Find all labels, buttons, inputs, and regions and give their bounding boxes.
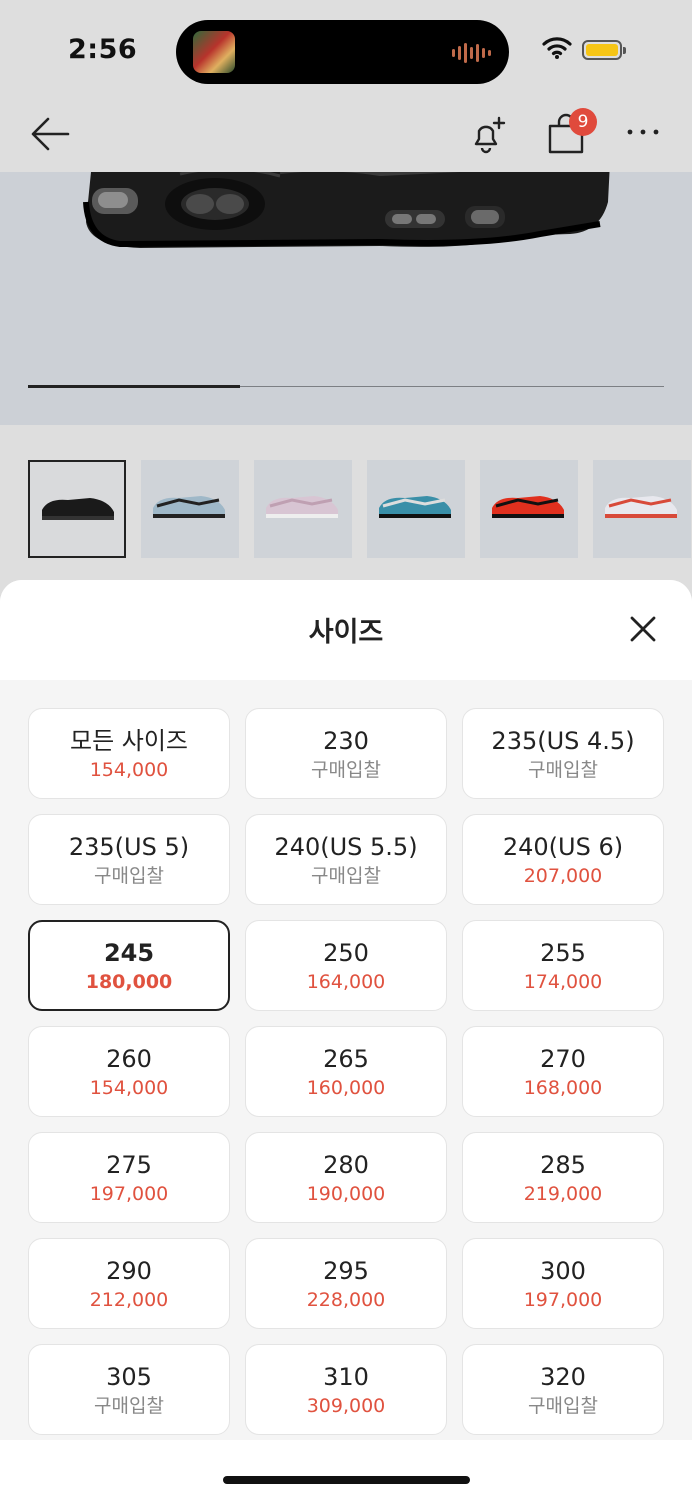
size-price: 154,000 xyxy=(89,759,169,781)
size-price: 164,000 xyxy=(306,971,386,993)
alarm-add-icon[interactable] xyxy=(466,112,510,156)
status-bar: 2:56 xyxy=(0,0,692,100)
size-grid: 모든 사이즈 154,000 230 구매입찰 235(US 4.5) 구매입찰 235(U… xyxy=(28,708,664,1435)
size-options-area: 모든 사이즈 154,000 230 구매입찰 235(US 4.5) 구매입찰 235(U… xyxy=(0,680,692,1440)
size-label: 300 xyxy=(540,1257,586,1285)
thumbnail-strip xyxy=(28,460,691,558)
size-label: 240(US 6) xyxy=(502,833,624,861)
size-option[interactable]: 265 160,000 xyxy=(245,1026,447,1117)
bid-label: 구매입찰 xyxy=(311,759,381,781)
size-label: 255 xyxy=(540,939,586,967)
back-arrow-icon[interactable] xyxy=(28,114,72,154)
bid-label: 구매입찰 xyxy=(311,865,381,887)
size-option[interactable]: 250 164,000 xyxy=(245,920,447,1011)
thumbnail-grey-blue[interactable] xyxy=(141,460,239,558)
size-price: 212,000 xyxy=(89,1289,169,1311)
size-label: 290 xyxy=(106,1257,152,1285)
size-price: 168,000 xyxy=(523,1077,603,1099)
size-price: 154,000 xyxy=(89,1077,169,1099)
more-icon[interactable] xyxy=(626,122,662,142)
bid-label: 구매입찰 xyxy=(528,1395,598,1417)
size-option[interactable]: 310 309,000 xyxy=(245,1344,447,1435)
size-option[interactable]: 260 154,000 xyxy=(28,1026,230,1117)
size-option[interactable]: 255 174,000 xyxy=(462,920,664,1011)
bid-label: 구매입찰 xyxy=(94,865,164,887)
audio-waveform-icon xyxy=(452,42,491,64)
size-label: 275 xyxy=(106,1151,152,1179)
size-label: 230 xyxy=(323,727,369,755)
size-option[interactable]: 245 180,000 xyxy=(28,920,230,1011)
size-price: 207,000 xyxy=(523,865,603,887)
size-option[interactable]: 240(US 6) 207,000 xyxy=(462,814,664,905)
size-label: 240(US 5.5) xyxy=(274,833,418,861)
size-option[interactable]: 230 구매입찰 xyxy=(245,708,447,799)
size-option[interactable]: 275 197,000 xyxy=(28,1132,230,1223)
size-label: 295 xyxy=(323,1257,369,1285)
size-price: 180,000 xyxy=(85,971,173,993)
home-indicator[interactable] xyxy=(223,1476,470,1484)
size-price: 190,000 xyxy=(306,1183,386,1205)
sheet-header: 사이즈 xyxy=(0,580,692,680)
close-icon[interactable] xyxy=(624,610,662,648)
size-price: 219,000 xyxy=(523,1183,603,1205)
size-option[interactable]: 295 228,000 xyxy=(245,1238,447,1329)
bid-label: 구매입찰 xyxy=(528,759,598,781)
size-label: 280 xyxy=(323,1151,369,1179)
size-label: 285 xyxy=(540,1151,586,1179)
size-label: 모든 사이즈 xyxy=(69,727,189,755)
size-label: 250 xyxy=(323,939,369,967)
size-option[interactable]: 285 219,000 xyxy=(462,1132,664,1223)
size-label: 305 xyxy=(106,1363,152,1391)
size-option[interactable]: 280 190,000 xyxy=(245,1132,447,1223)
dynamic-island[interactable] xyxy=(176,20,509,84)
size-option[interactable]: 290 212,000 xyxy=(28,1238,230,1329)
thumbnail-pink[interactable] xyxy=(254,460,352,558)
status-time: 2:56 xyxy=(68,34,138,65)
size-label: 310 xyxy=(323,1363,369,1391)
sheet-title: 사이즈 xyxy=(308,617,384,648)
size-label: 270 xyxy=(540,1045,586,1073)
size-option[interactable]: 300 197,000 xyxy=(462,1238,664,1329)
now-playing-artwork xyxy=(193,31,235,73)
thumbnail-teal[interactable] xyxy=(367,460,465,558)
size-price: 160,000 xyxy=(306,1077,386,1099)
carousel-progress-indicator xyxy=(28,385,240,388)
size-label: 320 xyxy=(540,1363,586,1391)
top-nav: 9 xyxy=(0,100,692,172)
size-option[interactable]: 235(US 5) 구매입찰 xyxy=(28,814,230,905)
thumbnail-black[interactable] xyxy=(28,460,126,558)
battery-icon xyxy=(582,40,626,60)
size-price: 309,000 xyxy=(306,1395,386,1417)
size-option[interactable]: 270 168,000 xyxy=(462,1026,664,1117)
size-label: 260 xyxy=(106,1045,152,1073)
size-option[interactable]: 240(US 5.5) 구매입찰 xyxy=(245,814,447,905)
product-shoe-image xyxy=(83,172,610,248)
size-price: 228,000 xyxy=(306,1289,386,1311)
size-option[interactable]: 305 구매입찰 xyxy=(28,1344,230,1435)
size-price: 197,000 xyxy=(89,1183,169,1205)
size-label: 235(US 5) xyxy=(68,833,190,861)
cart-count-badge: 9 xyxy=(569,108,597,136)
size-option[interactable]: 모든 사이즈 154,000 xyxy=(28,708,230,799)
product-image-carousel[interactable] xyxy=(0,172,692,425)
bid-label: 구매입찰 xyxy=(94,1395,164,1417)
size-label: 235(US 4.5) xyxy=(491,727,635,755)
thumbnail-red[interactable] xyxy=(480,460,578,558)
wifi-icon xyxy=(542,37,572,59)
size-option[interactable]: 235(US 4.5) 구매입찰 xyxy=(462,708,664,799)
size-price: 174,000 xyxy=(523,971,603,993)
size-label: 265 xyxy=(323,1045,369,1073)
size-option[interactable]: 320 구매입찰 xyxy=(462,1344,664,1435)
size-label: 245 xyxy=(103,939,155,967)
size-price: 197,000 xyxy=(523,1289,603,1311)
size-bottom-sheet: 사이즈 모든 사이즈 154,000 230 구매입찰 235(US 4.5) 구매입찰 2… xyxy=(0,580,692,1500)
thumbnail-white-red[interactable] xyxy=(593,460,691,558)
